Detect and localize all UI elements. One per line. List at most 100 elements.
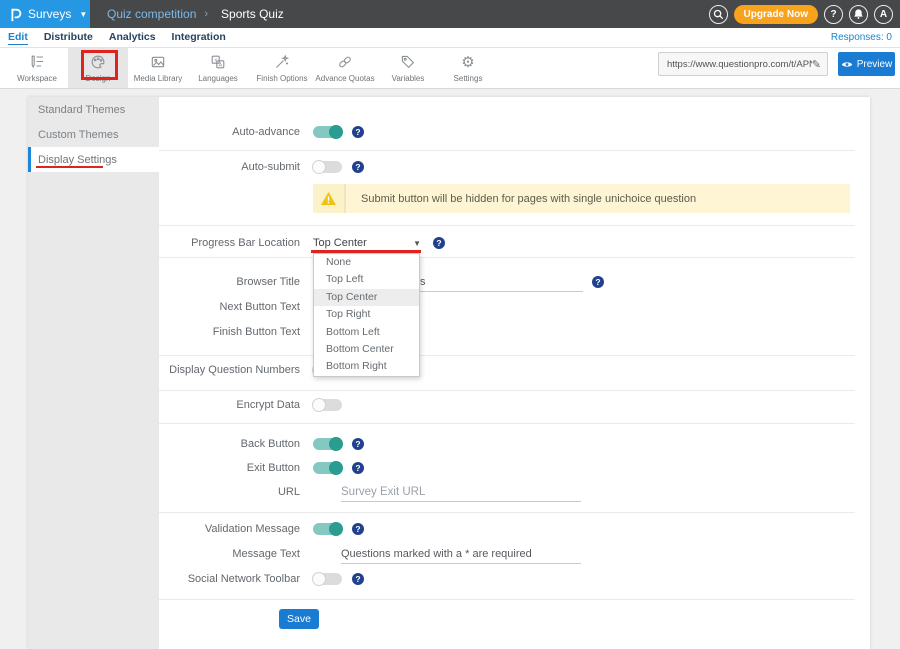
responses-count[interactable]: Responses: 0 [831,32,892,43]
divider [159,355,855,356]
avatar[interactable]: A [874,5,893,24]
tab-edit[interactable]: Edit [8,31,28,45]
questionpro-logo [8,6,22,23]
warning-banner: Submit button will be hidden for pages w… [313,184,850,213]
breadcrumb-survey: Sports Quiz [221,7,284,21]
validation-message-toggle[interactable] [313,523,342,535]
tool-workspace[interactable]: Workspace [7,48,67,88]
tool-media-library[interactable]: Media Library [128,48,188,88]
help-icon[interactable] [352,161,364,173]
tool-finish-options[interactable]: Finish Options [252,48,312,88]
dropdown-option[interactable]: Bottom Right [314,358,419,375]
help-icon[interactable] [352,573,364,585]
sidebar-item-custom-themes[interactable]: Custom Themes [28,122,159,147]
tab-analytics[interactable]: Analytics [109,31,156,44]
topbar: Surveys ▼ Quiz competition › Sports Quiz… [0,0,900,28]
dropdown-option[interactable]: Top Center [314,289,419,306]
topbar-actions: Upgrade Now ? A [709,5,900,24]
annotation-design-highlight [81,50,118,80]
survey-url-text: https://www.questionpro.com/t/APNrFZ [667,59,812,70]
questionpro-app: Surveys ▼ Quiz competition › Sports Quiz… [0,0,900,649]
annotation-select-underline [311,250,421,253]
design-sidebar: Standard Themes Custom Themes Display Se… [28,97,159,649]
display-settings-card: Standard Themes Custom Themes Display Se… [28,97,870,649]
auto-submit-toggle[interactable] [313,161,342,173]
help-button[interactable]: ? [824,5,843,24]
setting-row-auto-advance: Auto-advance [159,122,855,142]
upgrade-now-button[interactable]: Upgrade Now [734,5,818,24]
eye-icon [841,60,853,69]
survey-nav: Edit Distribute Analytics Integration Re… [0,28,900,48]
sidebar-item-display-settings[interactable]: Display Settings [28,147,159,172]
dropdown-option[interactable]: Top Left [314,271,419,288]
workspace-icon [29,54,45,71]
divider [159,225,855,226]
social-network-toolbar-toggle[interactable] [313,573,342,585]
help-icon[interactable] [352,126,364,138]
save-button[interactable]: Save [279,609,319,629]
exit-button-toggle[interactable] [313,462,342,474]
survey-url-field[interactable]: https://www.questionpro.com/t/APNrFZ ✎ [658,52,828,76]
tool-languages[interactable]: xA Languages [188,48,248,88]
warning-icon [313,184,346,213]
preview-button[interactable]: Preview [838,52,895,76]
dropdown-option[interactable]: Bottom Left [314,324,419,341]
divider [159,423,855,424]
setting-row-exit-button: Exit Button [159,458,855,478]
tool-advance-quotas[interactable]: Advance Quotas [315,48,375,88]
setting-row-message-text: Message Text Questions marked with a * a… [159,544,855,564]
sidebar-item-standard-themes[interactable]: Standard Themes [28,97,159,122]
divider [159,150,855,151]
setting-row-browser-title: Browser Title s [159,272,855,292]
dropdown-menu: None Top Left Top Center Top Right Botto… [313,253,420,377]
tool-settings[interactable]: ⚙ Settings [438,48,498,88]
setting-row-next-button-text: Next Button Text [159,297,855,317]
setting-row-progress-bar: Progress Bar Location Top Center ▼ [159,233,855,253]
tab-distribute[interactable]: Distribute [44,31,93,44]
search-button[interactable] [709,5,728,24]
chevron-down-icon: ▼ [79,10,87,19]
tool-variables[interactable]: Variables [378,48,438,88]
breadcrumb-folder[interactable]: Quiz competition [107,7,196,21]
divider [159,512,855,513]
tag-icon [400,54,416,71]
help-icon[interactable] [592,276,604,288]
surveys-menu[interactable]: Surveys ▼ [0,0,90,28]
setting-row-validation-message: Validation Message [159,519,855,539]
help-icon[interactable] [433,237,445,249]
bell-icon [853,8,864,20]
help-icon[interactable] [352,523,364,535]
exit-url-input[interactable]: Survey Exit URL [341,483,581,502]
dropdown-option[interactable]: None [314,254,419,271]
setting-row-display-question-numbers: Display Question Numbers [159,360,855,380]
edit-url-icon[interactable]: ✎ [812,58,821,71]
help-icon[interactable] [352,438,364,450]
setting-row-finish-button-text: Finish Button Text [159,322,855,342]
search-icon [713,9,724,20]
encrypt-data-toggle[interactable] [313,399,342,411]
setting-row-exit-url: URL Survey Exit URL [159,482,855,502]
help-icon[interactable] [352,462,364,474]
design-toolbar: Workspace Design Media Library xA Langua… [0,48,900,89]
progress-bar-location-select[interactable]: Top Center ▼ [313,235,421,251]
annotation-display-settings-underline [36,166,103,168]
auto-advance-toggle[interactable] [313,126,342,138]
translate-icon: xA [210,54,226,71]
setting-row-back-button: Back Button [159,434,855,454]
divider [159,390,855,391]
chevron-down-icon: ▼ [413,239,421,248]
dropdown-option[interactable]: Top Right [314,306,419,323]
svg-text:A: A [218,63,222,69]
product-label: Surveys [28,7,71,21]
chain-link-icon [337,54,353,71]
divider [159,599,855,600]
tab-integration[interactable]: Integration [172,31,226,44]
message-text-input[interactable]: Questions marked with a * are required [341,545,581,564]
setting-row-auto-submit: Auto-submit [159,157,855,177]
notifications-button[interactable] [849,5,868,24]
back-button-toggle[interactable] [313,438,342,450]
breadcrumb: Quiz competition › Sports Quiz [107,7,284,21]
dropdown-option[interactable]: Bottom Center [314,341,419,358]
image-icon [150,54,166,71]
setting-row-encrypt-data: Encrypt Data [159,395,855,415]
